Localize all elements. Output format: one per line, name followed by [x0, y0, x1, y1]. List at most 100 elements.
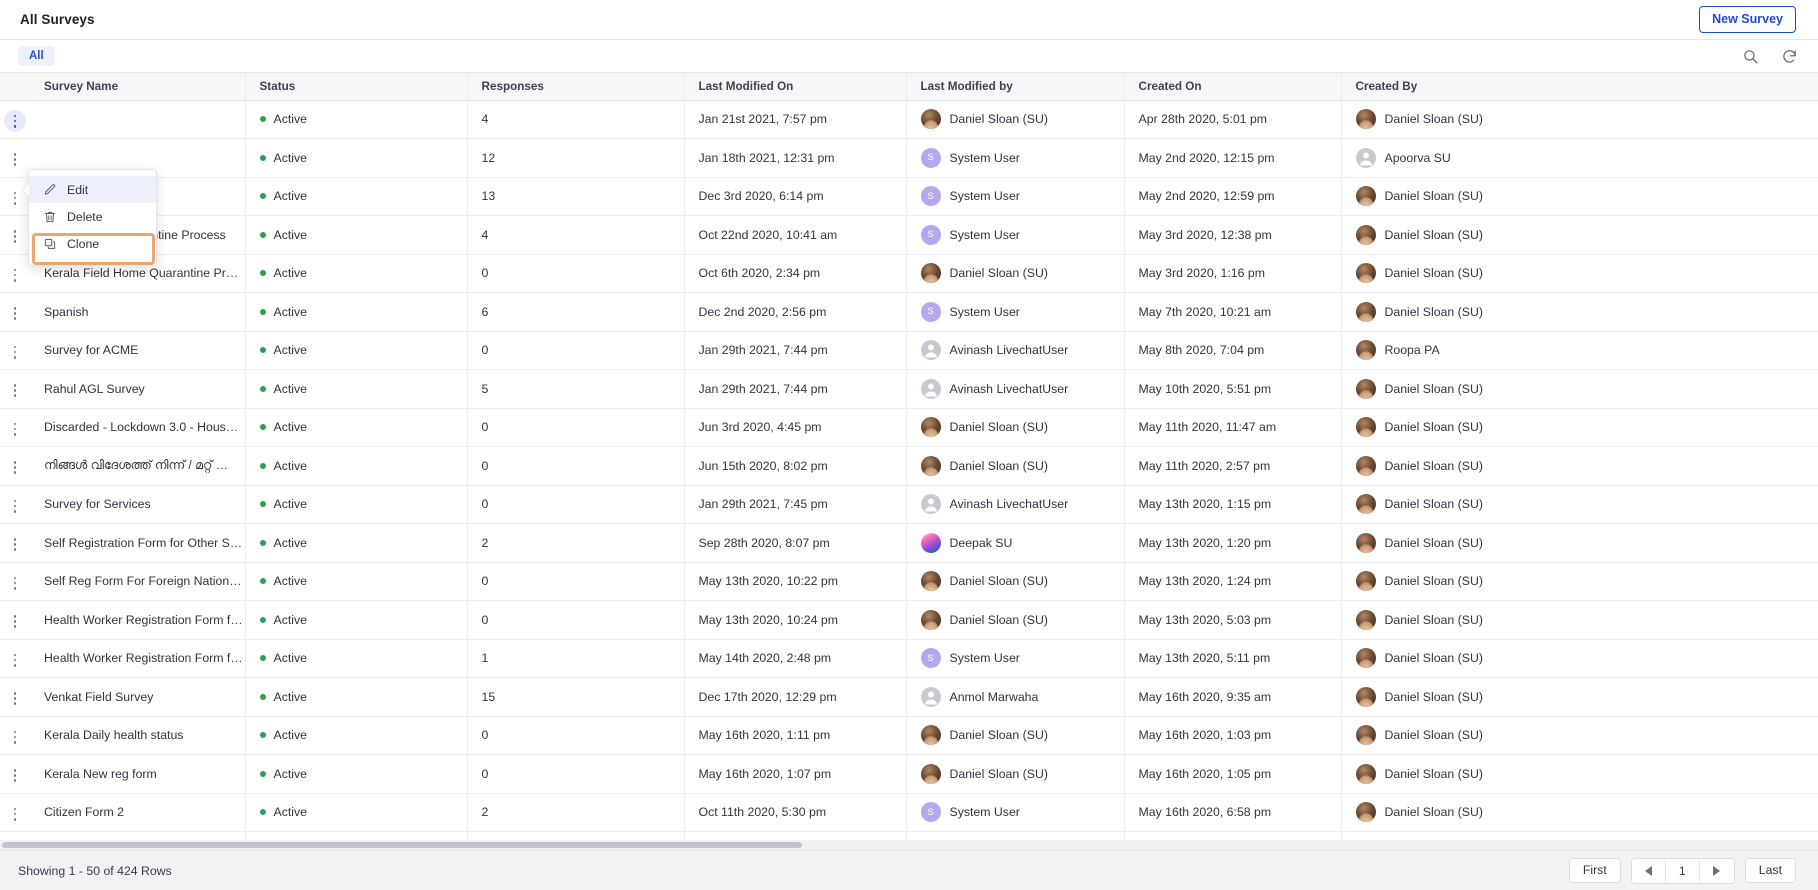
scrollbar-thumb[interactable]: [2, 842, 802, 848]
row-kebab-menu-icon[interactable]: [4, 303, 26, 325]
row-kebab-menu-icon[interactable]: [4, 341, 26, 363]
row-actions-cell[interactable]: [0, 215, 30, 255]
row-kebab-menu-icon[interactable]: [4, 418, 26, 440]
row-actions-cell[interactable]: [0, 100, 30, 139]
table-row[interactable]: Active 13 Dec 3rd 2020, 6:14 pm S System Use…: [0, 177, 1818, 216]
last-modified-by-name: System User: [949, 189, 1020, 204]
cell-created-on: May 10th 2020, 5:51 pm: [1124, 369, 1342, 409]
row-actions-cell[interactable]: [0, 716, 30, 755]
toolbar-actions: [1742, 48, 1798, 65]
row-actions-cell[interactable]: [0, 485, 30, 524]
status-dot: [259, 539, 266, 546]
row-kebab-menu-icon[interactable]: [4, 765, 26, 787]
row-kebab-menu-icon[interactable]: [4, 495, 26, 517]
header-survey-name[interactable]: Survey Name: [30, 73, 246, 101]
header-responses[interactable]: Responses: [467, 73, 685, 101]
row-kebab-menu-icon[interactable]: [4, 110, 26, 133]
row-kebab-menu-icon[interactable]: [4, 534, 26, 556]
avatar: [920, 609, 941, 630]
header-last-modified-on[interactable]: Last Modified On: [684, 73, 907, 101]
row-kebab-menu-icon[interactable]: [4, 457, 26, 479]
header-created-by[interactable]: Created By: [1341, 73, 1818, 101]
pagination-first-button[interactable]: First: [1568, 857, 1621, 884]
pagination-prev-button[interactable]: [1631, 858, 1666, 883]
status-label: Active: [273, 766, 308, 781]
row-actions-cell[interactable]: [0, 138, 30, 178]
row-kebab-menu-icon[interactable]: [4, 149, 26, 171]
table-row[interactable]: kerala Home Quarantine ProcessActive4Oct…: [0, 215, 1818, 255]
row-kebab-menu-icon[interactable]: [4, 649, 26, 671]
last-modified-by-name: Avinash LivechatUser: [949, 343, 1069, 358]
table-row[interactable]: Kerala Field Home Quarantine Proc... Acti…: [0, 254, 1818, 293]
table-row[interactable]: നിങ്ങൾ വിദേശത്ത് നിന്ന് / മറ്റ് സംസ്ഥാന.…: [0, 446, 1818, 486]
table-row[interactable]: Discarded - Lockdown 3.0 - House ... Acti…: [0, 408, 1818, 447]
row-kebab-menu-icon[interactable]: [4, 611, 26, 633]
context-menu-item-edit[interactable]: Edit: [29, 176, 156, 203]
row-kebab-menu-icon[interactable]: [4, 572, 26, 594]
surveys-table-container[interactable]: Survey Name Status Responses Last Modifi…: [0, 73, 1818, 850]
last-modified-by-name: Daniel Sloan (SU): [949, 612, 1048, 627]
row-actions-cell[interactable]: [0, 177, 30, 216]
context-menu-item-clone[interactable]: Clone: [29, 230, 156, 257]
pagination-last-button[interactable]: Last: [1744, 857, 1796, 884]
table-row[interactable]: Kerala Daily health status Active 0 May 16t…: [0, 716, 1818, 755]
table-row[interactable]: Rahul AGL Survey Active 5 Jan 29th 2021, 7:…: [0, 369, 1818, 409]
row-actions-cell[interactable]: [0, 793, 30, 832]
table-row[interactable]: Self Registration Form for Other Sta... A…: [0, 523, 1818, 563]
table-row[interactable]: Active 12 Jan 18th 2021, 12:31 pm S System U…: [0, 138, 1818, 178]
table-row[interactable]: Survey for ACME Active 0 Jan 29th 2021, 7:4…: [0, 331, 1818, 370]
cell-status: Active: [245, 562, 468, 601]
cell-created-by: Daniel Sloan (SU): [1341, 677, 1818, 717]
table-row[interactable]: Spanish Active 6 Dec 2nd 2020, 2:56 pm S Syst…: [0, 292, 1818, 332]
avatar: [1355, 763, 1376, 784]
row-actions-cell[interactable]: [0, 331, 30, 370]
table-row[interactable]: Kerala New reg form Active 0 May 16th 2020,…: [0, 754, 1818, 794]
row-kebab-menu-icon[interactable]: [4, 803, 26, 825]
row-kebab-menu-icon[interactable]: [4, 264, 26, 286]
table-row[interactable]: Survey for Services Active 0 Jan 29th 2021,…: [0, 485, 1818, 524]
cell-created-on: May 16th 2020, 1:03 pm: [1124, 716, 1342, 755]
table-row[interactable]: Citizen Form 2 Active 2 Oct 11th 2020, 5:30…: [0, 793, 1818, 832]
table-row[interactable]: Self Reg Form For Foreign Nationals... Ac…: [0, 562, 1818, 601]
row-actions-cell[interactable]: [0, 677, 30, 717]
header-last-modified-by[interactable]: Last Modified by: [906, 73, 1125, 101]
row-actions-cell[interactable]: [0, 254, 30, 293]
last-modified-by-name: Daniel Sloan (SU): [949, 728, 1048, 743]
filter-chip-all[interactable]: All: [18, 46, 55, 66]
header-status[interactable]: Status: [245, 73, 468, 101]
row-actions-cell[interactable]: [0, 523, 30, 563]
row-kebab-menu-icon[interactable]: [4, 726, 26, 748]
row-context-menu[interactable]: Edit Delete Clone: [28, 169, 157, 266]
table-row[interactable]: Venkat Field Survey Active 15 Dec 17th 2020…: [0, 677, 1818, 717]
cell-last-modified-on: Oct 11th 2020, 5:30 pm: [684, 793, 907, 832]
row-actions-cell[interactable]: [0, 292, 30, 332]
table-row[interactable]: Active 4 Jan 21st 2021, 7:57 pm Daniel Sloa…: [0, 100, 1818, 139]
cell-created-by: Daniel Sloan (SU): [1341, 716, 1818, 755]
table-row[interactable]: Health Worker Registration Form for... Ac…: [0, 639, 1818, 678]
row-actions-cell[interactable]: [0, 446, 30, 486]
row-kebab-menu-icon[interactable]: [4, 380, 26, 402]
row-actions-cell[interactable]: [0, 562, 30, 601]
refresh-icon[interactable]: [1781, 48, 1798, 65]
cell-last-modified-on: Dec 2nd 2020, 2:56 pm: [684, 292, 907, 332]
row-actions-cell[interactable]: [0, 408, 30, 447]
pagination-current-page[interactable]: 1: [1665, 858, 1700, 883]
context-menu-item-delete[interactable]: Delete: [29, 203, 156, 230]
row-kebab-menu-icon[interactable]: [4, 226, 26, 248]
created-by-name: Daniel Sloan (SU): [1384, 420, 1483, 435]
row-kebab-menu-icon[interactable]: [4, 688, 26, 710]
header-created-on[interactable]: Created On: [1124, 73, 1342, 101]
last-modified-by-name: Deepak SU: [949, 535, 1013, 550]
row-actions-cell[interactable]: [0, 754, 30, 794]
cell-status: Active: [245, 292, 468, 332]
horizontal-scrollbar[interactable]: [0, 840, 1818, 850]
avatar: [1355, 609, 1376, 630]
table-row[interactable]: Health Worker Registration Form for... Ac…: [0, 600, 1818, 640]
row-actions-cell[interactable]: [0, 369, 30, 409]
row-actions-cell[interactable]: [0, 639, 30, 678]
pagination-next-button[interactable]: [1699, 858, 1734, 883]
pagination: First 1 Last: [1568, 857, 1796, 884]
row-actions-cell[interactable]: [0, 600, 30, 640]
new-survey-button[interactable]: New Survey: [1699, 6, 1796, 33]
search-icon[interactable]: [1742, 48, 1759, 65]
